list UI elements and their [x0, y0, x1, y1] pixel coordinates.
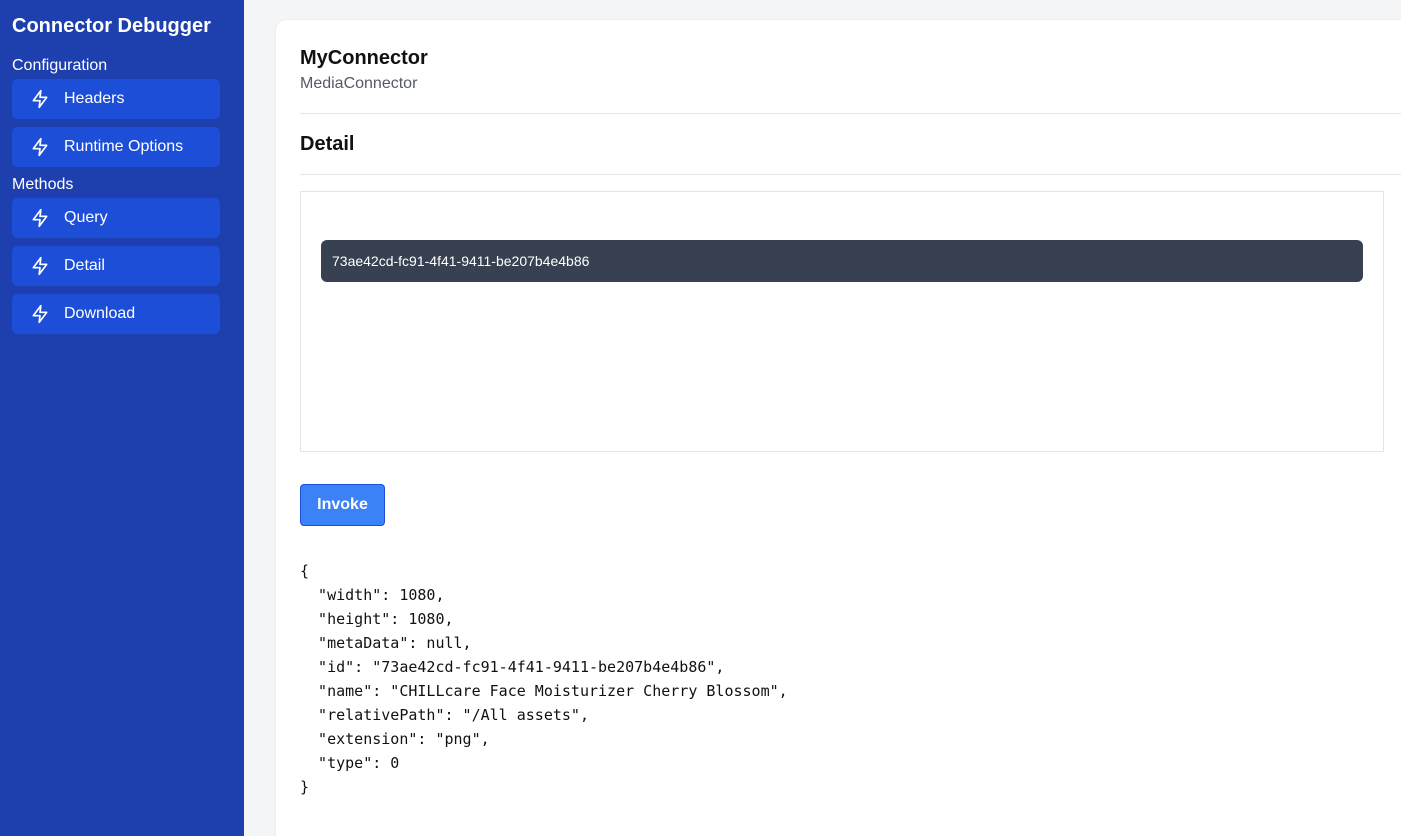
section-label-methods: Methods — [12, 176, 74, 193]
sidebar: Connector Debugger Configuration Headers… — [0, 0, 244, 836]
result-line: "height": 1080, — [300, 610, 454, 628]
result-line: "width": 1080, — [300, 586, 445, 604]
id-input[interactable] — [321, 240, 1363, 282]
sidebar-item-label: Detail — [64, 257, 105, 274]
sidebar-item-runtime-options[interactable]: Runtime Options — [12, 127, 220, 167]
result-line: { — [300, 562, 310, 580]
result-line: "relativePath": "/All assets", — [300, 706, 589, 724]
divider — [300, 174, 1401, 175]
sidebar-item-label: Headers — [64, 90, 125, 107]
bolt-icon — [30, 137, 50, 157]
method-title: Detail — [300, 133, 355, 155]
result-line: } — [300, 778, 310, 796]
sidebar-item-detail[interactable]: Detail — [12, 246, 220, 286]
result-line: "id": "73ae42cd-fc91-4f41-9411-be207b4e4… — [300, 658, 725, 676]
connector-name: MyConnector — [300, 47, 428, 69]
main-panel: MyConnector MediaConnector Detail Invoke… — [244, 0, 1401, 836]
sidebar-item-query[interactable]: Query — [12, 198, 220, 238]
divider — [300, 113, 1401, 114]
parameters-panel — [300, 191, 1384, 452]
sidebar-item-download[interactable]: Download — [12, 294, 220, 334]
sidebar-item-label: Runtime Options — [64, 138, 184, 155]
result-line: "metaData": null, — [300, 634, 472, 652]
bolt-icon — [30, 89, 50, 109]
bolt-icon — [30, 208, 50, 228]
result-line: "name": "CHILLcare Face Moisturizer Cher… — [300, 682, 788, 700]
result-output: { "width": 1080, "height": 1080, "metaDa… — [300, 559, 1401, 799]
bolt-icon — [30, 256, 50, 276]
app-title: Connector Debugger — [12, 15, 211, 37]
bolt-icon — [30, 304, 50, 324]
sidebar-item-label: Download — [64, 305, 136, 322]
invoke-button[interactable]: Invoke — [300, 484, 385, 526]
result-line: "type": 0 — [300, 754, 400, 772]
connector-card: MyConnector MediaConnector Detail Invoke… — [276, 20, 1401, 836]
app-root: Connector Debugger Configuration Headers… — [0, 0, 1401, 836]
sidebar-item-label: Query — [64, 209, 108, 226]
sidebar-item-headers[interactable]: Headers — [12, 79, 220, 119]
result-line: "extension": "png", — [300, 730, 490, 748]
connector-type: MediaConnector — [300, 75, 418, 92]
section-label-configuration: Configuration — [12, 57, 108, 74]
